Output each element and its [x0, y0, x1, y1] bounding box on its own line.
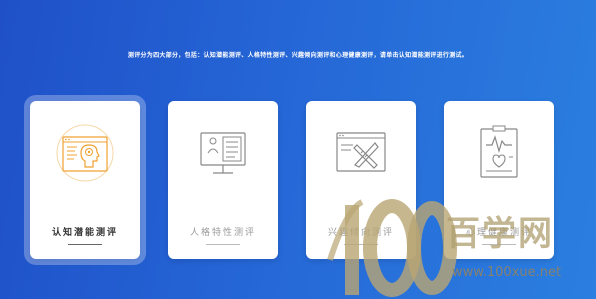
card-cognitive-test[interactable]: 认知潜能测评 — [24, 95, 146, 265]
divider — [68, 244, 102, 245]
brain-head-icon — [56, 124, 114, 182]
card-label: 兴趣倾向测评 — [327, 228, 394, 238]
divider — [206, 244, 240, 245]
card-label: 认知潜能测评 — [51, 228, 118, 238]
watermark-text: 百学网 — [446, 214, 554, 254]
divider — [344, 244, 378, 245]
card-label: 人格特性测评 — [189, 228, 256, 238]
pencil-ruler-icon — [336, 132, 386, 172]
monitor-person-icon — [200, 132, 246, 174]
health-report-icon — [480, 125, 518, 178]
watermark-url: www.100xue.net — [452, 265, 562, 280]
card-personality-test[interactable]: 人格特性测评 — [168, 101, 278, 259]
card-interest-test[interactable]: 兴趣倾向测评 — [306, 101, 416, 259]
intro-text: 测评分为四大部分，包括：认知潜能测评、人格特性测评、兴趣倾向测评和心理健康测评，… — [127, 52, 469, 59]
